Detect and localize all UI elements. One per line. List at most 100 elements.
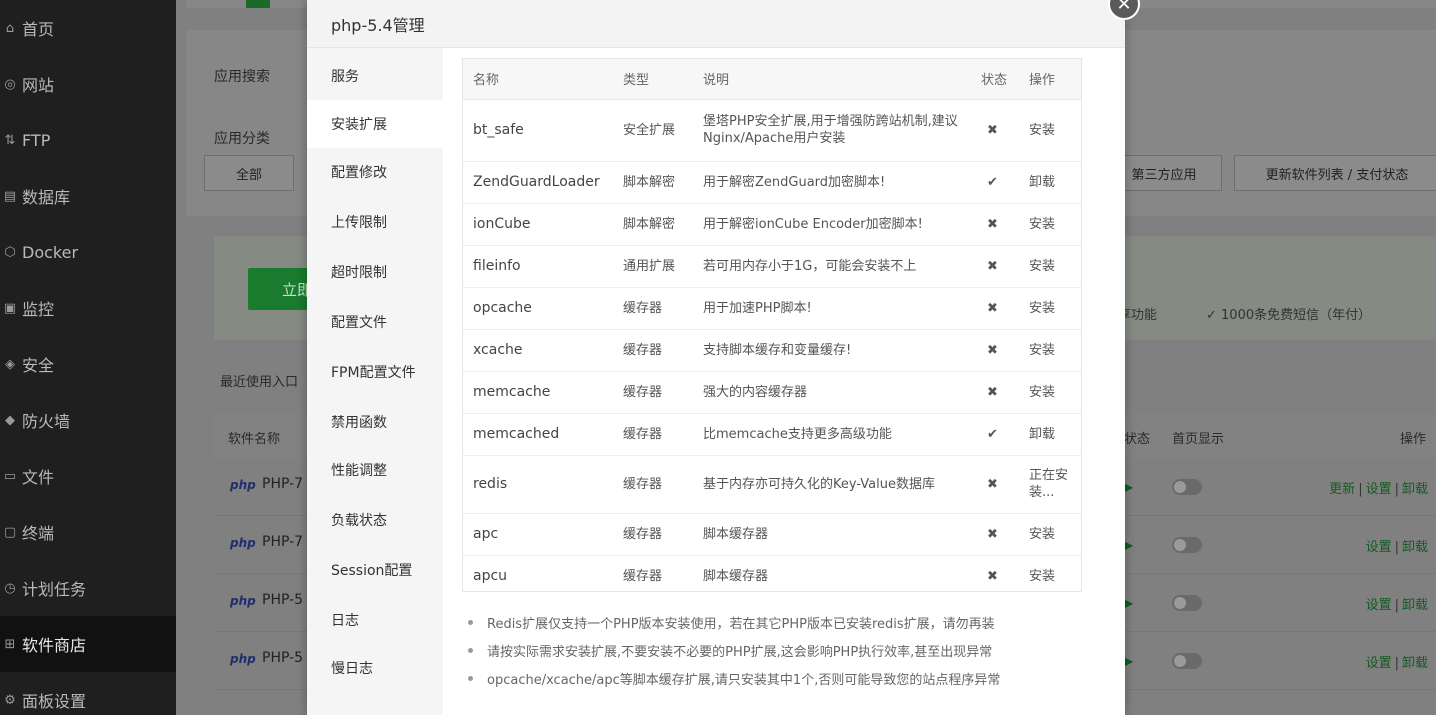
extension-name: fileinfo (463, 245, 613, 288)
tips-list: Redis扩展仅支持一个PHP版本安装使用，若在其它PHP版本已安装redis扩… (464, 608, 1104, 692)
software-name[interactable]: PHP-7 (262, 534, 303, 550)
modal-nav-item[interactable]: 服务 (307, 52, 443, 100)
software-op-link[interactable]: 卸载 (1402, 598, 1428, 613)
extension-type: 缓存器 (613, 455, 693, 514)
install-link[interactable]: 安装 (1021, 99, 1081, 162)
software-name[interactable]: PHP-7 (262, 476, 303, 492)
sidebar-item-label: 数据库 (22, 188, 71, 207)
install-link[interactable]: 安装 (1021, 555, 1081, 591)
all-category-button[interactable]: 全部 (204, 155, 294, 191)
extension-name: redis (463, 455, 613, 514)
sidebar-item[interactable]: ⊞ 软件商店 (0, 616, 176, 672)
sidebar-item[interactable]: ⬡ Docker (0, 224, 176, 280)
install-link[interactable]: 安装 (1021, 245, 1081, 288)
modal-nav-item[interactable]: Session配置 (307, 546, 443, 594)
modal-nav-item[interactable]: 配置修改 (307, 148, 443, 196)
software-op-link[interactable]: 卸载 (1402, 482, 1428, 497)
extension-row: apcu 缓存器 脚本缓存器 ✖ 安装 (463, 555, 1081, 591)
extension-description: 强大的内容缓存器 (693, 371, 975, 414)
extension-row: ionCube 脚本解密 用于解密ionCube Encoder加密脚本! ✖ 安装 (463, 203, 1081, 246)
install-link[interactable]: 正在安装... (1021, 455, 1081, 514)
sidebar-item[interactable]: ⌂ 首页 (0, 0, 176, 56)
separator: | (1358, 482, 1363, 497)
install-link[interactable]: 安装 (1021, 287, 1081, 330)
modal-nav-item[interactable]: 安装扩展 (307, 100, 443, 148)
category-label: 应用分类 (214, 131, 270, 147)
software-name[interactable]: PHP-5 (262, 592, 303, 608)
install-link[interactable]: 安装 (1021, 329, 1081, 372)
tip-item: 请按实际需求安装扩展,不要安装不必要的PHP扩展,这会影响PHP执行效率,甚至出… (464, 636, 1104, 664)
software-op-link[interactable]: 更新 (1329, 482, 1355, 497)
homepage-display-toggle[interactable] (1172, 595, 1202, 611)
sidebar-item[interactable]: ▭ 文件 (0, 448, 176, 504)
extension-type: 缓存器 (613, 287, 693, 330)
software-op-link[interactable]: 卸载 (1402, 656, 1428, 671)
php-logo: php (230, 536, 256, 550)
extension-row: redis 缓存器 基于内存亦可持久化的Key-Value数据库 ✖ 正在安装... (463, 455, 1081, 514)
sidebar-item[interactable]: ⚙ 面板设置 (0, 672, 176, 715)
not-installed-x-icon: ✖ (975, 287, 1021, 330)
modal-nav-item[interactable]: 上传限制 (307, 198, 443, 246)
homepage-display-toggle[interactable] (1172, 537, 1202, 553)
sidebar-item[interactable]: ◈ 安全 (0, 336, 176, 392)
separator: | (1394, 656, 1399, 671)
modal-nav-item[interactable]: 超时限制 (307, 248, 443, 296)
modal-nav-item[interactable]: 日志 (307, 596, 443, 644)
extension-type: 通用扩展 (613, 245, 693, 288)
monitor-icon: ▣ (3, 300, 17, 316)
php-logo: php (230, 594, 256, 608)
not-installed-x-icon: ✖ (975, 371, 1021, 414)
extension-type: 缓存器 (613, 329, 693, 372)
modal-nav: 服务 安装扩展 配置修改 上传限制 超时限制 配置文件 FPM配置文件 禁用函数 性能调整 负载状… (307, 48, 443, 715)
homepage-display-toggle[interactable] (1172, 653, 1202, 669)
separator: | (1394, 540, 1399, 555)
modal-nav-item[interactable]: 慢日志 (307, 644, 443, 692)
sidebar-item[interactable]: ◷ 计划任务 (0, 560, 176, 616)
tip-text: opcache/xcache/apc等脚本缓存扩展,请只安装其中1个,否则可能导… (487, 672, 1001, 688)
modal-nav-item[interactable]: 负载状态 (307, 496, 443, 544)
modal-nav-item[interactable]: FPM配置文件 (307, 348, 443, 396)
running-status-icon: ▶ (1124, 596, 1134, 610)
software-name[interactable]: PHP-5 (262, 650, 303, 666)
sidebar-item[interactable]: ▣ 监控 (0, 280, 176, 336)
install-link[interactable]: 安装 (1021, 203, 1081, 246)
update-software-list-button[interactable]: 更新软件列表 / 支付状态 (1234, 155, 1436, 191)
not-installed-x-icon: ✖ (975, 245, 1021, 288)
software-op-link[interactable]: 设置 (1366, 656, 1392, 671)
sidebar-item[interactable]: ◎ 网站 (0, 56, 176, 112)
extension-type: 缓存器 (613, 413, 693, 456)
software-operations: 更新 | 设置 | 卸载 (1329, 478, 1428, 497)
clock-icon: ◷ (4, 580, 16, 596)
software-op-link[interactable]: 设置 (1366, 540, 1392, 555)
active-tab-indicator (246, 0, 270, 8)
sidebar-item[interactable]: ⇅ FTP (0, 112, 176, 168)
uninstall-link[interactable]: 卸载 (1021, 413, 1081, 456)
uninstall-link[interactable]: 卸载 (1021, 161, 1081, 204)
extension-name: ZendGuardLoader (463, 161, 613, 204)
install-link[interactable]: 安装 (1021, 371, 1081, 414)
sidebar-item-label: 面板设置 (22, 692, 87, 711)
extension-name: apc (463, 513, 613, 556)
sidebar-item[interactable]: ▢ 终端 (0, 504, 176, 560)
install-link[interactable]: 安装 (1021, 513, 1081, 556)
software-op-link[interactable]: 设置 (1366, 482, 1392, 497)
homepage-display-toggle[interactable] (1172, 479, 1202, 495)
software-op-link[interactable]: 卸载 (1402, 540, 1428, 555)
sidebar-item[interactable]: ▤ 数据库 (0, 168, 176, 224)
modal-nav-item[interactable]: 性能调整 (307, 446, 443, 494)
folder-icon: ▭ (3, 468, 17, 484)
sidebar-item-label: 监控 (22, 300, 55, 319)
extension-description: 支持脚本缓存和变量缓存! (693, 329, 975, 372)
sidebar: ⌂ 首页 ◎ 网站 ⇅ FTP ▤ 数据库 ⬡ Docker ▣ 监控 ◈ 安全 ◆ 防火墙 ▭ 文件 ▢ 终端 ◷ 计划… (0, 0, 176, 715)
running-status-icon: ▶ (1124, 480, 1134, 494)
sidebar-item[interactable]: ◆ 防火墙 (0, 392, 176, 448)
extension-row: xcache 缓存器 支持脚本缓存和变量缓存! ✖ 安装 (463, 329, 1081, 372)
software-op-link[interactable]: 设置 (1366, 598, 1392, 613)
modal-nav-item[interactable]: 禁用函数 (307, 398, 443, 446)
extension-type: 缓存器 (613, 371, 693, 414)
sidebar-item-label: 网站 (22, 76, 55, 95)
modal-nav-item[interactable]: 配置文件 (307, 298, 443, 346)
extension-name: xcache (463, 329, 613, 372)
extension-type: 缓存器 (613, 513, 693, 556)
extension-name: opcache (463, 287, 613, 330)
